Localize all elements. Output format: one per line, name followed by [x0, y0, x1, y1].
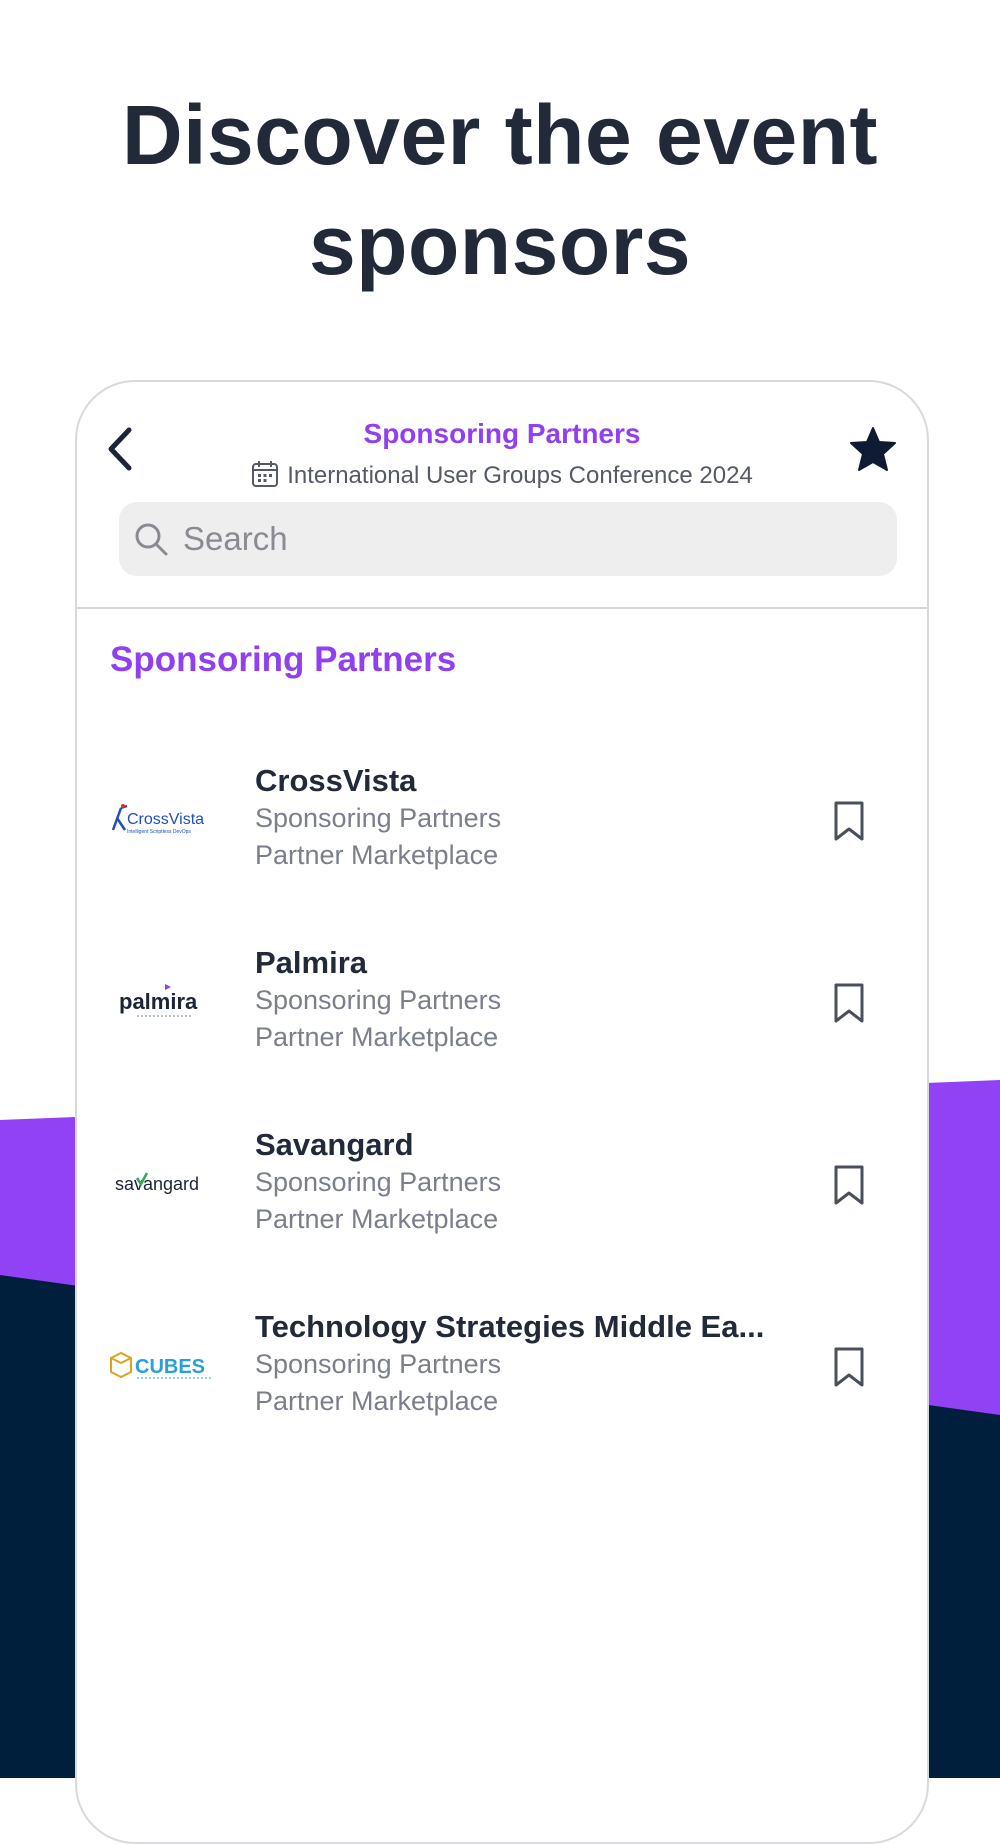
- svg-text:savangard: savangard: [115, 1174, 199, 1194]
- app-header: Sponsoring Partners International User G…: [77, 382, 927, 609]
- sponsor-info: Technology Strategies Middle Ea... Spons…: [255, 1308, 787, 1420]
- bookmark-icon: [834, 801, 864, 841]
- sponsor-name: Savangard: [255, 1127, 414, 1162]
- cubes-logo: CUBES: [107, 1328, 219, 1404]
- sponsor-tag: Partner Marketplace: [255, 1022, 499, 1052]
- headline-line-1: Discover the event: [122, 88, 878, 182]
- search-input[interactable]: [181, 519, 897, 559]
- sponsor-info: Palmira Sponsoring Partners Partner Mark…: [255, 944, 787, 1056]
- bookmark-button[interactable]: [831, 982, 867, 1024]
- sponsor-tag: Partner Marketplace: [255, 1204, 499, 1234]
- sponsor-category: Sponsoring Partners: [255, 985, 502, 1015]
- sponsor-tag: Partner Marketplace: [255, 1386, 499, 1416]
- calendar-icon: [252, 461, 279, 487]
- savangard-logo: savangard: [107, 1146, 219, 1222]
- bookmark-icon: [834, 1347, 864, 1387]
- bookmark-button[interactable]: [831, 1164, 867, 1206]
- list-item[interactable]: palmira Palmira Sponsoring Partners Part…: [77, 944, 927, 1126]
- list-item[interactable]: savangard Savangard Sponsoring Partners …: [77, 1126, 927, 1308]
- palmira-logo: palmira: [107, 964, 219, 1040]
- sponsor-tag: Partner Marketplace: [255, 840, 499, 870]
- svg-text:Intelligent Scriptless DevOps: Intelligent Scriptless DevOps: [127, 829, 191, 835]
- svg-text:CrossVista: CrossVista: [127, 811, 204, 828]
- sponsor-info: CrossVista Sponsoring Partners Partner M…: [255, 762, 787, 874]
- search-bar[interactable]: [119, 502, 897, 576]
- page-title: Sponsoring Partners: [363, 418, 641, 449]
- crossvista-logo: CrossVista Intelligent Scriptless DevOps: [107, 782, 219, 858]
- svg-text:palmira: palmira: [119, 989, 198, 1014]
- headline: Discover the event sponsors: [0, 80, 1000, 300]
- sponsor-info: Savangard Sponsoring Partners Partner Ma…: [255, 1126, 787, 1238]
- bookmark-icon: [834, 983, 864, 1023]
- event-subtitle: International User Groups Conference 202…: [77, 460, 927, 490]
- bookmark-button[interactable]: [831, 800, 867, 842]
- section-title: Sponsoring Partners: [110, 640, 457, 679]
- sponsor-category: Sponsoring Partners: [255, 1167, 502, 1197]
- sponsor-category: Sponsoring Partners: [255, 803, 502, 833]
- search-icon: [135, 523, 168, 556]
- sponsor-name: CrossVista: [255, 763, 417, 798]
- sponsor-name: Technology Strategies Middle Ea...: [255, 1309, 765, 1344]
- sponsor-name: Palmira: [255, 945, 368, 980]
- headline-line-2: sponsors: [308, 198, 692, 292]
- sponsor-list: CrossVista Intelligent Scriptless DevOps…: [77, 762, 927, 1490]
- list-item[interactable]: CUBES Technology Strategies Middle Ea...…: [77, 1308, 927, 1490]
- bookmark-button[interactable]: [831, 1346, 867, 1388]
- favorite-button[interactable]: [849, 426, 897, 472]
- list-item[interactable]: CrossVista Intelligent Scriptless DevOps…: [77, 762, 927, 944]
- phone-frame: Sponsoring Partners International User G…: [75, 380, 929, 1844]
- event-name: International User Groups Conference 202…: [287, 462, 753, 489]
- svg-text:CUBES: CUBES: [135, 1356, 205, 1378]
- star-icon: [850, 427, 896, 471]
- sponsor-category: Sponsoring Partners: [255, 1349, 502, 1379]
- bookmark-icon: [834, 1165, 864, 1205]
